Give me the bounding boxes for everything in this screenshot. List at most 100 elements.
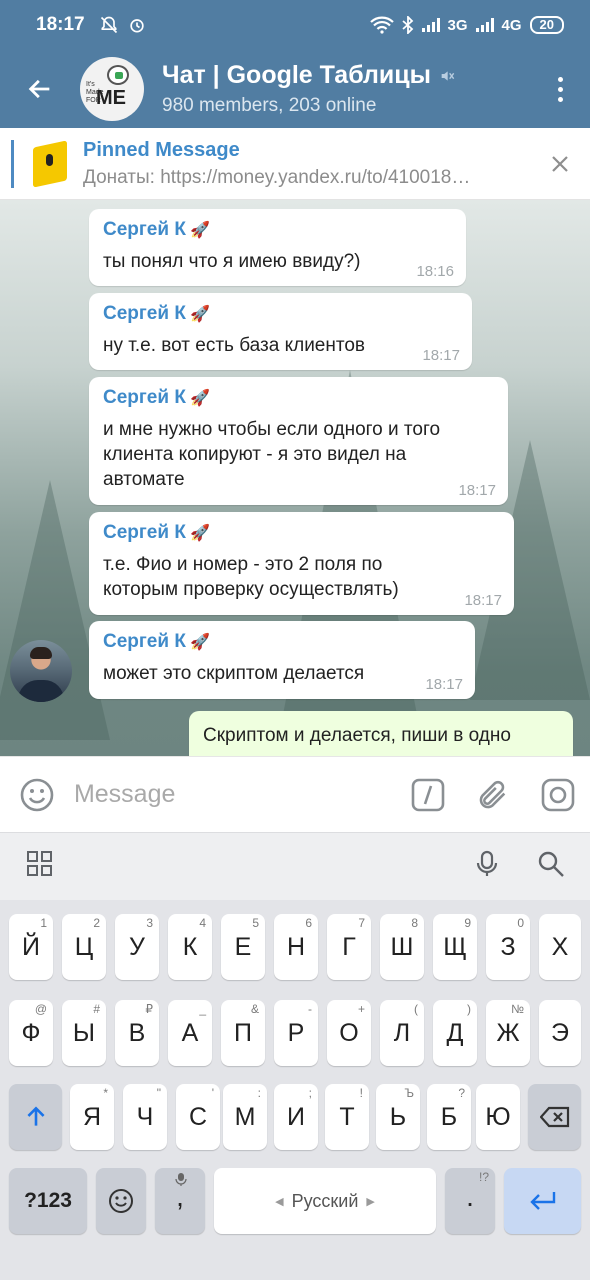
keyboard-toolbar [0,832,590,900]
bot-command-button[interactable] [396,778,461,812]
key[interactable]: Ж № [486,1000,530,1066]
message-input[interactable] [73,780,396,809]
key[interactable]: З0 [486,914,530,980]
pinned-accent-bar [11,139,14,188]
close-icon[interactable] [530,128,590,200]
key[interactable]: О + [327,1000,371,1066]
network-4g: 4G [501,16,522,34]
message-bubble[interactable]: Сергей К 🚀 ну т.е. вот есть база клиентов… [89,293,472,370]
outgoing-message-bubble[interactable]: Скриптом и делается, пиши в одно [189,711,573,756]
message-time: 18:17 [422,347,460,364]
battery-icon: 20 [529,16,564,34]
chat-avatar[interactable]: It's Made FOR ME [80,57,144,121]
key[interactable]: Л( [380,1000,424,1066]
key[interactable]: Ч " [123,1084,167,1150]
shift-key[interactable] [9,1084,62,1150]
key[interactable]: Н6 [274,914,318,980]
key[interactable]: Е5 [221,914,265,980]
message-time: 18:17 [425,676,463,693]
key[interactable]: Ф @ [9,1000,53,1066]
status-bar: 18:17 3G 4G 20 [0,0,590,50]
message-bubble[interactable]: Сергей К 🚀 т.е. Фио и номер - это 2 поля … [89,512,514,615]
enter-key[interactable] [504,1168,581,1234]
key[interactable]: С ' [176,1084,220,1150]
key[interactable]: Й1 [9,914,53,980]
backspace-key[interactable] [528,1084,581,1150]
key[interactable]: Я * [70,1084,114,1150]
message-bubble[interactable]: Сергей К 🚀 может это скриптом делается 18… [89,621,475,699]
period-key[interactable]: .!? [445,1168,495,1234]
back-button[interactable] [0,50,80,128]
comma-key[interactable]: , [155,1168,205,1234]
arrow-back-icon [28,79,50,99]
rocket-icon: 🚀 [189,634,210,651]
key[interactable]: М: [223,1084,267,1150]
message-time: 18:16 [416,263,454,280]
symbols-key[interactable]: ?123 [9,1168,87,1234]
key[interactable]: П & [221,1000,265,1066]
message-text: ну т.е. вот есть база клиентов [103,335,366,356]
key[interactable]: Ы # [62,1000,106,1066]
emoji-icon [20,778,54,811]
mic-icon [175,1173,187,1186]
message-time: 18:17 [458,482,496,499]
key[interactable]: В ₽ [115,1000,159,1066]
key[interactable]: И; [274,1084,318,1150]
attach-button[interactable] [461,778,526,812]
key[interactable]: Х [539,914,581,980]
grid-icon[interactable] [27,851,53,882]
message-sender: Сергей К 🚀 [103,387,210,408]
chat-subtitle: 980 members, 203 online [162,95,377,116]
enter-icon [529,1192,555,1210]
status-time: 18:17 [36,14,85,35]
chat-history[interactable]: Сергей К 🚀 ты понял что я имею ввиду?) 18… [0,200,590,756]
message-time: 18:17 [464,592,502,609]
key[interactable]: К4 [168,914,212,980]
emoji-key[interactable] [96,1168,146,1234]
key[interactable]: Р- [274,1000,318,1066]
key[interactable]: Г7 [327,914,371,980]
key[interactable]: Ш8 [380,914,424,980]
message-text: и мне нужно чтобы если одного и того кли… [103,419,441,490]
key[interactable]: Д) [433,1000,477,1066]
slash-command-icon [411,778,445,811]
chat-info[interactable]: Чат | Google Таблицы 980 members, 203 on… [162,61,530,117]
message-text: Скриптом и делается, пиши в одно [203,725,511,746]
chat-header: It's Made FOR ME Чат | Google Таблицы 98… [0,50,590,128]
chat-title-text: Чат | Google Таблицы [162,61,431,89]
pinned-message[interactable]: Pinned Message Донаты: https://money.yan… [0,128,590,200]
search-icon[interactable] [537,850,565,883]
space-key[interactable]: ◀ Русский ▶ [214,1168,436,1234]
key[interactable]: ЬЪ [376,1084,420,1150]
mic-icon[interactable] [475,850,499,883]
emoji-button[interactable] [0,777,74,813]
keyboard: Й1 Ц2 У3 К4 Е5 Н6 Г7 Ш8 Щ9 З0 Х Ф @ Ы # В ₽… [0,900,590,1280]
rocket-icon: 🚀 [189,222,210,239]
signal-icon [475,18,494,32]
avatar-big-text: ME [96,87,126,109]
notifications-off-icon [100,16,117,34]
message-sender: Сергей К 🚀 [103,219,210,240]
key[interactable]: У3 [115,914,159,980]
rocket-icon: 🚀 [189,525,210,542]
astronaut-icon [107,65,129,85]
key[interactable]: Э [539,1000,581,1066]
key[interactable]: А _ [168,1000,212,1066]
alarm-icon [129,19,144,33]
message-text: может это скриптом делается [103,663,365,684]
backspace-icon [539,1106,569,1128]
pinned-title: Pinned Message [83,138,240,161]
message-bubble[interactable]: Сергей К 🚀 и мне нужно чтобы если одного … [89,377,508,505]
key[interactable]: Ю [476,1084,520,1150]
key[interactable]: Ц2 [62,914,106,980]
bluetooth-icon [401,16,413,34]
avatar[interactable] [10,640,72,702]
camera-button[interactable] [525,777,590,813]
shift-icon [26,1106,45,1126]
more-vert-icon[interactable] [530,50,590,128]
key[interactable]: Т! [325,1084,369,1150]
rocket-icon: 🚀 [189,390,210,407]
message-bubble[interactable]: Сергей К 🚀 ты понял что я имею ввиду?) 18… [89,209,466,286]
key[interactable]: Щ9 [433,914,477,980]
key[interactable]: Б? [427,1084,471,1150]
